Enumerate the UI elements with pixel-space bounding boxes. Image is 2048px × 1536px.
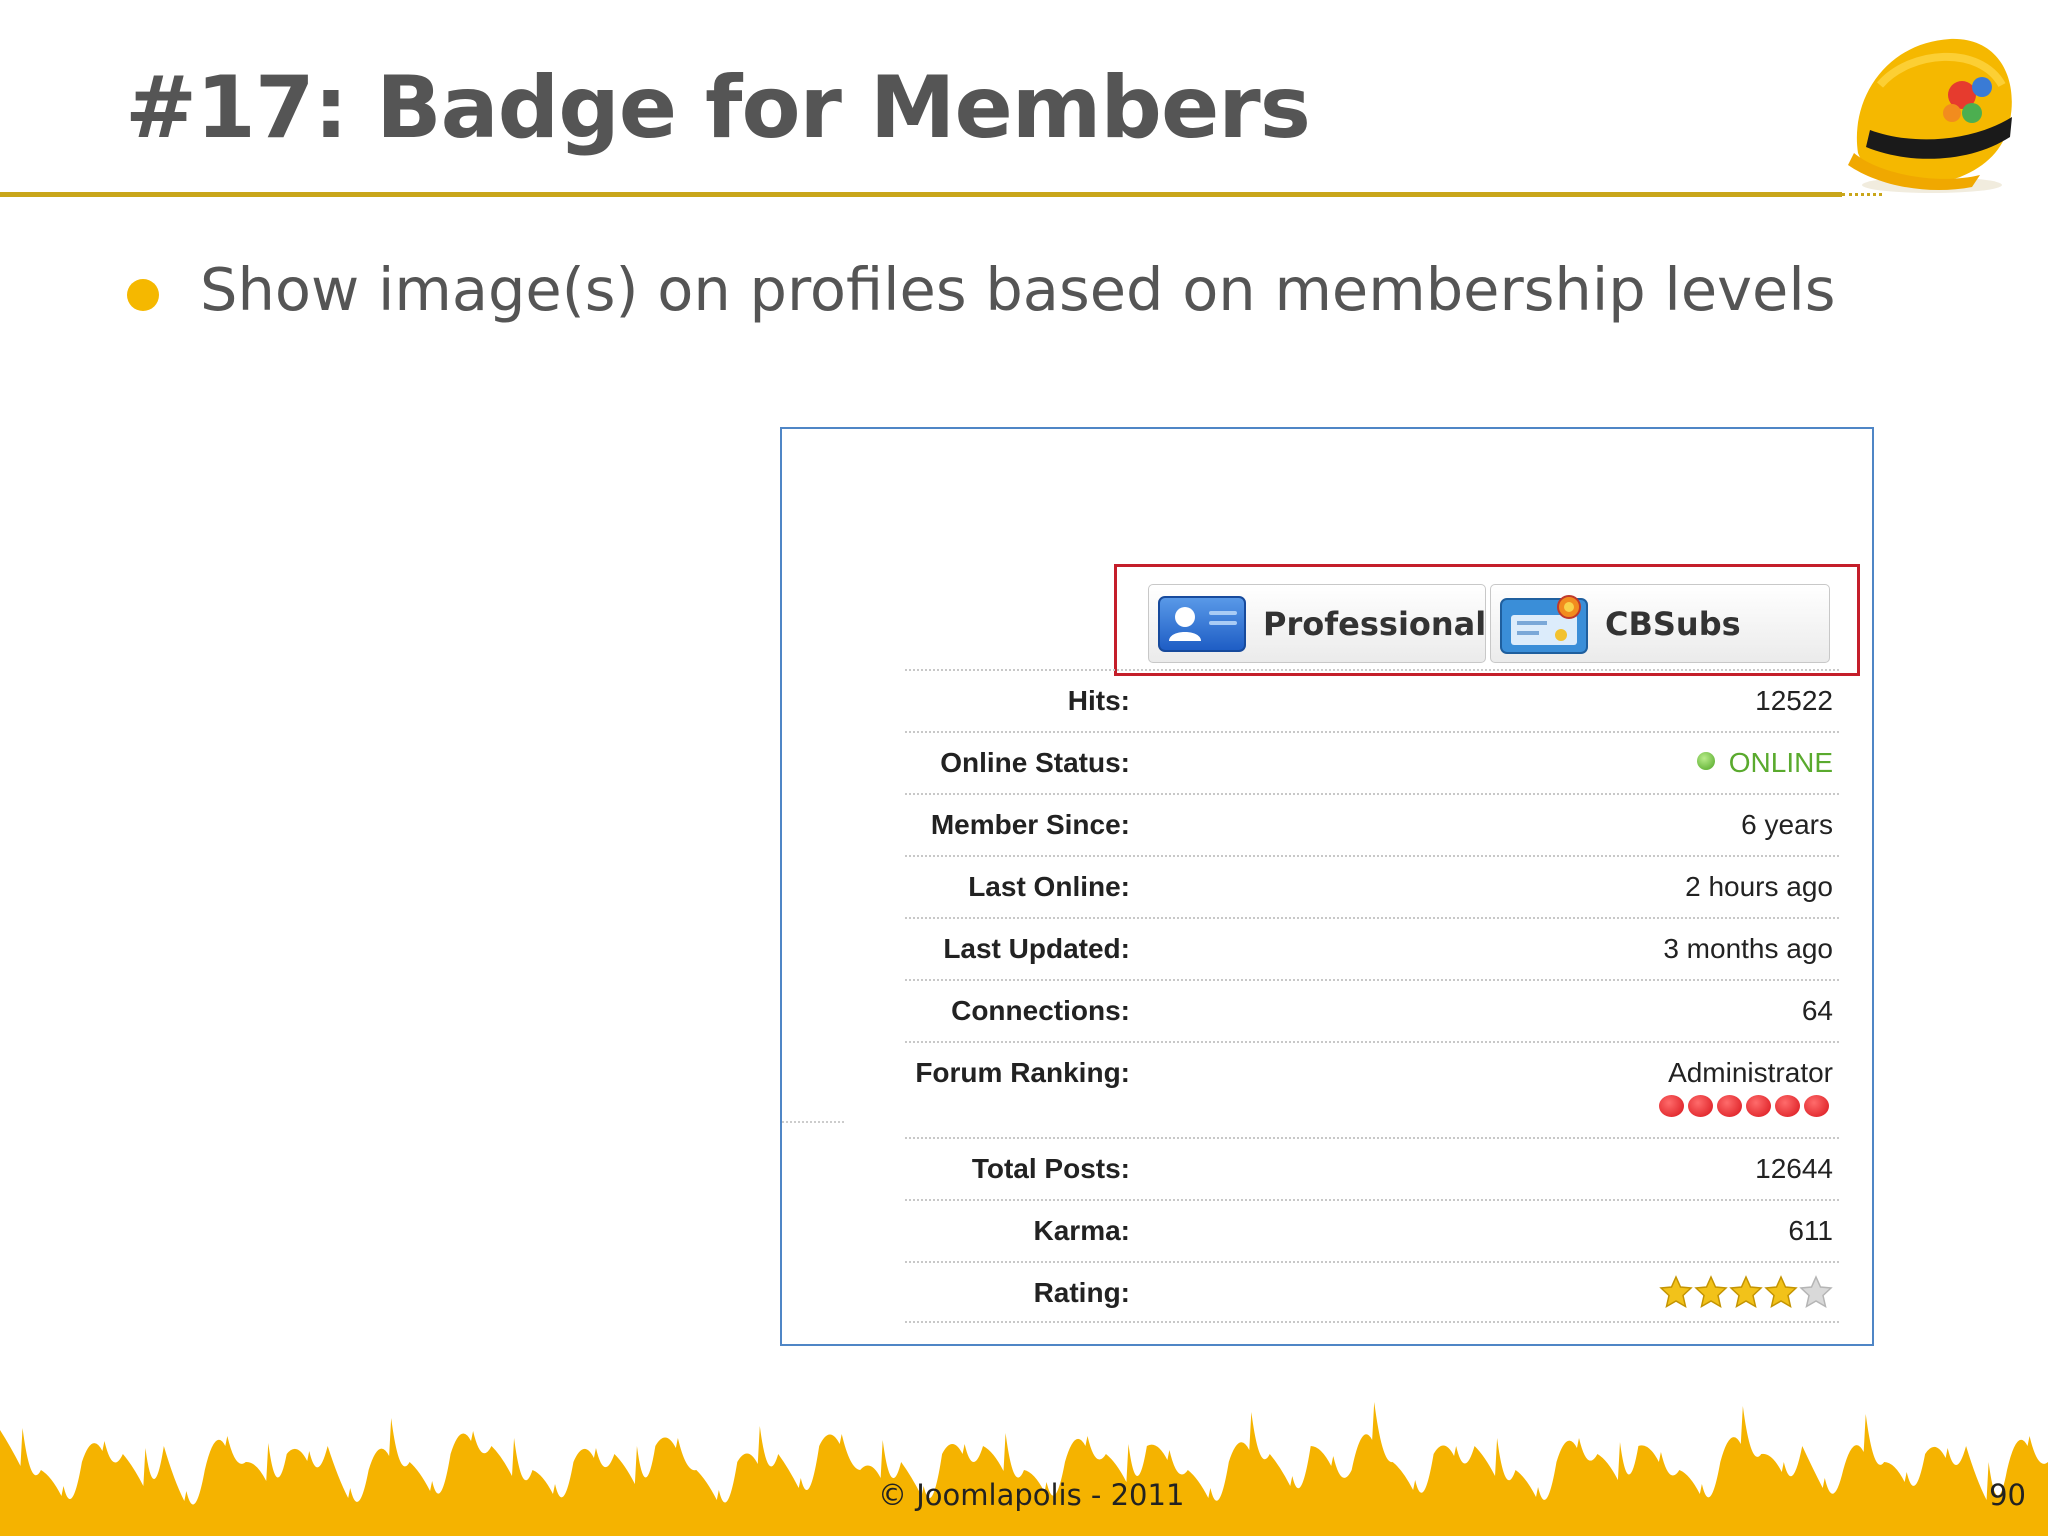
field-label: Online Status: xyxy=(940,747,1130,778)
rank-dot-icon xyxy=(1688,1095,1713,1117)
star-filled-icon xyxy=(1764,1275,1798,1309)
field-value: 3 months ago xyxy=(1663,933,1833,964)
field-row-rating: Rating: xyxy=(905,1261,1839,1323)
online-status-text: ONLINE xyxy=(1728,747,1833,778)
footer-copyright: © Joomlapolis - 2011 xyxy=(878,1478,1185,1512)
field-value: 2 hours ago xyxy=(1685,871,1833,902)
profile-fields-table: Hits: 12522 Online Status: ONLINE Member… xyxy=(905,669,1839,1323)
field-row-connections: Connections: 64 xyxy=(905,979,1839,1041)
rating-stars xyxy=(1659,1275,1833,1309)
online-status: ONLINE xyxy=(1696,747,1833,779)
joomla-helmet-logo xyxy=(1848,38,2012,193)
field-label: Karma: xyxy=(1033,1215,1130,1246)
badge-professional[interactable]: Professional xyxy=(1148,584,1486,663)
online-indicator-icon xyxy=(1696,752,1715,770)
bullet-dot xyxy=(127,279,159,311)
field-label: Forum Ranking: xyxy=(915,1057,1130,1088)
star-filled-icon xyxy=(1694,1275,1728,1309)
slide-title: #17: Badge for Members xyxy=(125,58,1311,158)
title-underline xyxy=(0,192,1842,197)
field-row-member-since: Member Since: 6 years xyxy=(905,793,1839,855)
field-row-forum-ranking: Forum Ranking: Administrator xyxy=(905,1041,1839,1137)
field-row-last-updated: Last Updated: 3 months ago xyxy=(905,917,1839,979)
page-number: 90 xyxy=(1989,1478,2026,1512)
field-value: 12522 xyxy=(1755,685,1833,716)
star-filled-icon xyxy=(1729,1275,1763,1309)
field-label: Last Online: xyxy=(968,871,1130,902)
membership-card-icon xyxy=(1500,594,1588,654)
field-value: Administrator xyxy=(1668,1057,1833,1088)
field-value: 64 xyxy=(1801,995,1833,1026)
forum-rank-dots xyxy=(1659,1095,1829,1117)
field-value: 12644 xyxy=(1755,1153,1833,1184)
field-label: Hits: xyxy=(1067,685,1130,716)
rank-dot-icon xyxy=(1775,1095,1800,1117)
rank-dot-icon xyxy=(1746,1095,1771,1117)
star-empty-icon xyxy=(1799,1275,1833,1309)
field-row-online-status: Online Status: ONLINE xyxy=(905,731,1839,793)
field-label: Total Posts: xyxy=(971,1153,1130,1184)
badge-cbsubs[interactable]: CBSubs xyxy=(1490,584,1830,663)
field-value: 611 xyxy=(1788,1215,1833,1246)
star-filled-icon xyxy=(1659,1275,1693,1309)
field-value: 6 years xyxy=(1741,809,1833,840)
dotted-divider xyxy=(782,1121,844,1123)
field-row-hits: Hits: 12522 xyxy=(905,669,1839,731)
field-row-total-posts: Total Posts: 12644 xyxy=(905,1137,1839,1199)
field-row-karma: Karma: 611 xyxy=(905,1199,1839,1261)
field-label: Rating: xyxy=(1033,1277,1130,1308)
user-card-icon xyxy=(1158,595,1246,652)
badge-label: Professional xyxy=(1263,604,1487,643)
field-label: Member Since: xyxy=(930,809,1130,840)
field-label: Connections: xyxy=(951,995,1130,1026)
field-label: Last Updated: xyxy=(943,933,1130,964)
rank-dot-icon xyxy=(1717,1095,1742,1117)
rank-dot-icon xyxy=(1804,1095,1829,1117)
field-row-last-online: Last Online: 2 hours ago xyxy=(905,855,1839,917)
badge-label: CBSubs xyxy=(1605,604,1741,643)
rank-dot-icon xyxy=(1659,1095,1684,1117)
bullet-text: Show image(s) on profiles based on membe… xyxy=(200,255,1836,324)
